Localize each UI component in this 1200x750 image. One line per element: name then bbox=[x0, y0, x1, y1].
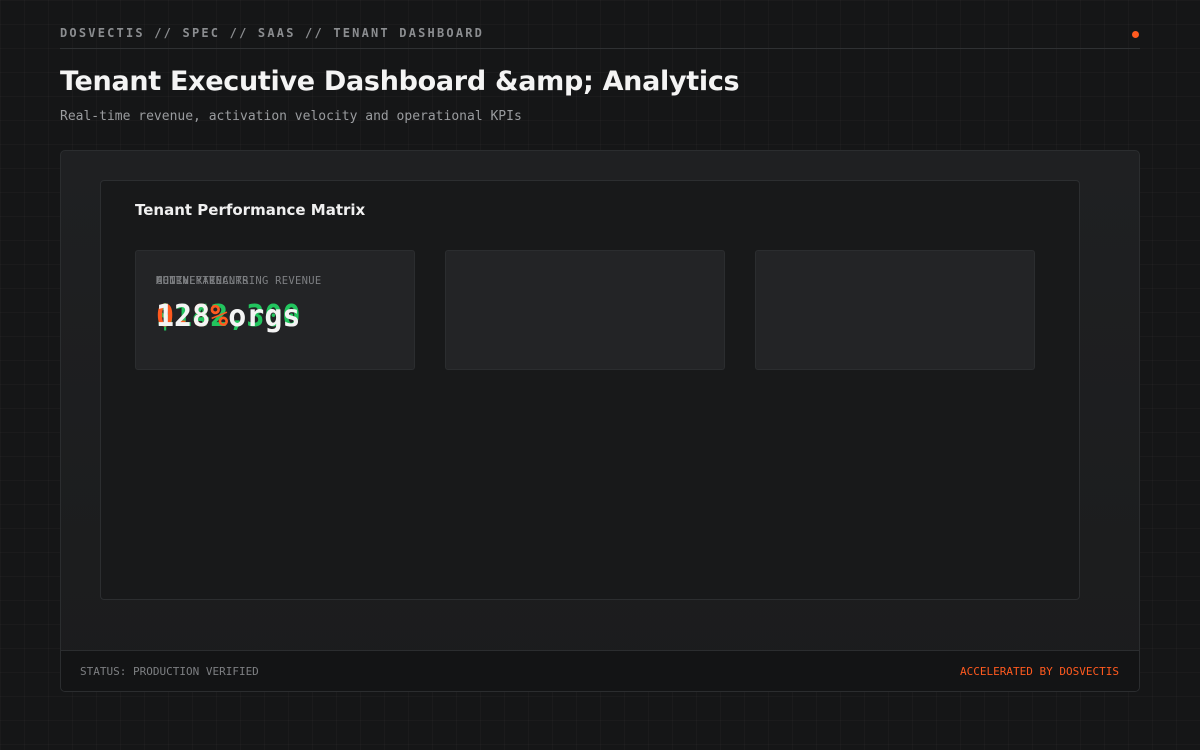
kpi-card: MONTHLY RECURRING REVENUE $142,300 CHURN… bbox=[135, 250, 415, 370]
breadcrumb: DOSVECTIS // SPEC // SAAS // TENANT DASH… bbox=[60, 26, 485, 40]
kpi-active-tenants: ACTIVE TENANTS 128 orgs bbox=[156, 251, 404, 369]
matrix-title: Tenant Performance Matrix bbox=[135, 201, 366, 219]
top-bar: DOSVECTIS // SPEC // SAAS // TENANT DASH… bbox=[60, 22, 1140, 49]
page-subtitle: Real-time revenue, activation velocity a… bbox=[60, 109, 522, 124]
dashboard-panel: Tenant Performance Matrix MONTHLY RECURR… bbox=[60, 150, 1140, 692]
page-title: Tenant Executive Dashboard &amp; Analyti… bbox=[60, 66, 740, 97]
kpi-card-empty bbox=[755, 250, 1035, 370]
footer-status: STATUS: PRODUCTION VERIFIED bbox=[80, 665, 259, 678]
kpi-label-active-tenants: ACTIVE TENANTS bbox=[156, 275, 249, 287]
footer-credit: ACCELERATED BY DOSVECTIS bbox=[960, 665, 1119, 678]
status-dot-icon bbox=[1132, 31, 1139, 38]
panel-footer: STATUS: PRODUCTION VERIFIED ACCELERATED … bbox=[61, 650, 1139, 691]
performance-matrix-panel: Tenant Performance Matrix MONTHLY RECURR… bbox=[100, 180, 1080, 600]
kpi-card-empty bbox=[445, 250, 725, 370]
kpi-value-active-tenants: 128 orgs bbox=[156, 299, 301, 334]
